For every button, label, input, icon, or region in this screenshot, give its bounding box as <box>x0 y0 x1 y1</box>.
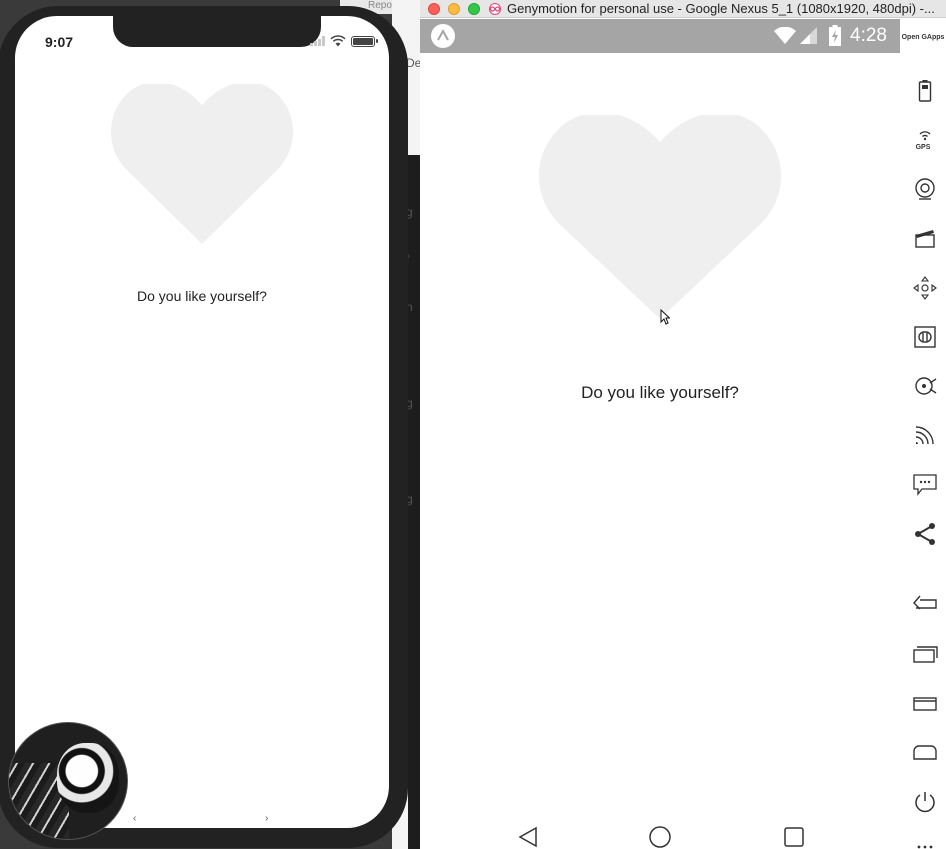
power-icon <box>915 792 935 813</box>
capture-widget-button[interactable] <box>912 225 938 251</box>
dpad-widget-button[interactable] <box>912 275 938 301</box>
back-icon <box>913 595 937 610</box>
recent-apps-icon <box>913 646 938 663</box>
dpad-icon <box>913 276 937 300</box>
open-gapps-button[interactable]: Open GApps <box>902 31 945 57</box>
menu-icon <box>913 697 937 711</box>
close-window-button[interactable] <box>428 3 440 15</box>
network-icon <box>915 426 934 445</box>
ios-status-time: 9:07 <box>45 34 74 50</box>
sms-icon <box>913 474 937 496</box>
disk-io-widget-button[interactable] <box>912 373 938 399</box>
window-titlebar: Genymotion for personal use - Google Nex… <box>420 0 946 18</box>
clapperboard-icon <box>915 230 935 248</box>
chevron-right-icon: › <box>265 813 269 824</box>
gps-label: GPS <box>915 144 931 151</box>
sms-widget-button[interactable] <box>912 471 938 497</box>
more-icon <box>917 845 933 849</box>
android-screen[interactable]: Do you like yourself? <box>420 53 900 849</box>
wifi-icon <box>330 35 346 47</box>
android-wifi-icon <box>774 27 796 44</box>
gps-widget-button[interactable]: GPS <box>912 127 938 153</box>
battery-widget-button[interactable] <box>912 78 938 104</box>
ios-status-icons <box>310 35 378 47</box>
share-icon <box>915 523 935 545</box>
webcam-face <box>57 743 119 813</box>
mouse-cursor-icon <box>660 309 670 325</box>
background-fragment: De <box>406 56 420 70</box>
android-status-bar: 4:28 <box>420 19 900 53</box>
battery-icon <box>351 35 378 47</box>
chevron-left-icon: ‹ <box>133 813 137 824</box>
identifiers-icon <box>914 326 936 348</box>
more-options-button[interactable] <box>912 837 938 849</box>
heart-icon[interactable] <box>111 84 293 244</box>
home-icon <box>913 745 937 760</box>
open-gapps-label: Open GApps <box>901 34 945 41</box>
camera-widget-button[interactable] <box>912 176 938 202</box>
identifiers-widget-button[interactable] <box>912 324 938 350</box>
cellular-signal-icon <box>310 36 325 46</box>
iphone-notch <box>113 16 321 47</box>
question-text: Do you like yourself? <box>137 288 267 304</box>
back-button[interactable] <box>912 591 938 617</box>
zoom-window-button[interactable] <box>468 3 480 15</box>
android-status-time: 4:28 <box>850 25 887 46</box>
genymotion-toolbar: Open GApps GPS <box>900 19 946 849</box>
share-button[interactable] <box>912 521 938 547</box>
android-battery-charging-icon <box>829 25 841 46</box>
power-button[interactable] <box>912 789 938 815</box>
nav-home-icon[interactable] <box>648 825 672 849</box>
menu-button[interactable] <box>912 691 938 717</box>
minimize-window-button[interactable] <box>448 3 460 15</box>
android-signal-icon <box>800 27 817 44</box>
genymotion-logo-icon <box>489 3 501 15</box>
question-text: Do you like yourself? <box>581 383 739 402</box>
disk-icon <box>915 377 937 395</box>
nav-back-icon[interactable] <box>516 825 540 849</box>
nav-recents-icon[interactable] <box>782 825 806 849</box>
window-title: Genymotion for personal use - Google Nex… <box>507 1 935 16</box>
desktop: Repositor De g f n i g i g 9:07 <box>0 0 946 849</box>
genymotion-window: Genymotion for personal use - Google Nex… <box>420 0 946 849</box>
iphone-screen[interactable]: 9:07 Do you like yourself? ‹ › <box>15 16 389 828</box>
network-widget-button[interactable] <box>912 422 938 448</box>
android-navigation-bar <box>420 821 900 849</box>
android-notification-logo-icon <box>431 24 455 48</box>
recent-apps-button[interactable] <box>912 641 938 667</box>
heart-icon[interactable] <box>539 115 781 319</box>
webcam-overlay <box>8 722 128 840</box>
home-button[interactable] <box>912 740 938 766</box>
battery-icon <box>918 80 932 102</box>
webcam-icon <box>915 178 935 200</box>
